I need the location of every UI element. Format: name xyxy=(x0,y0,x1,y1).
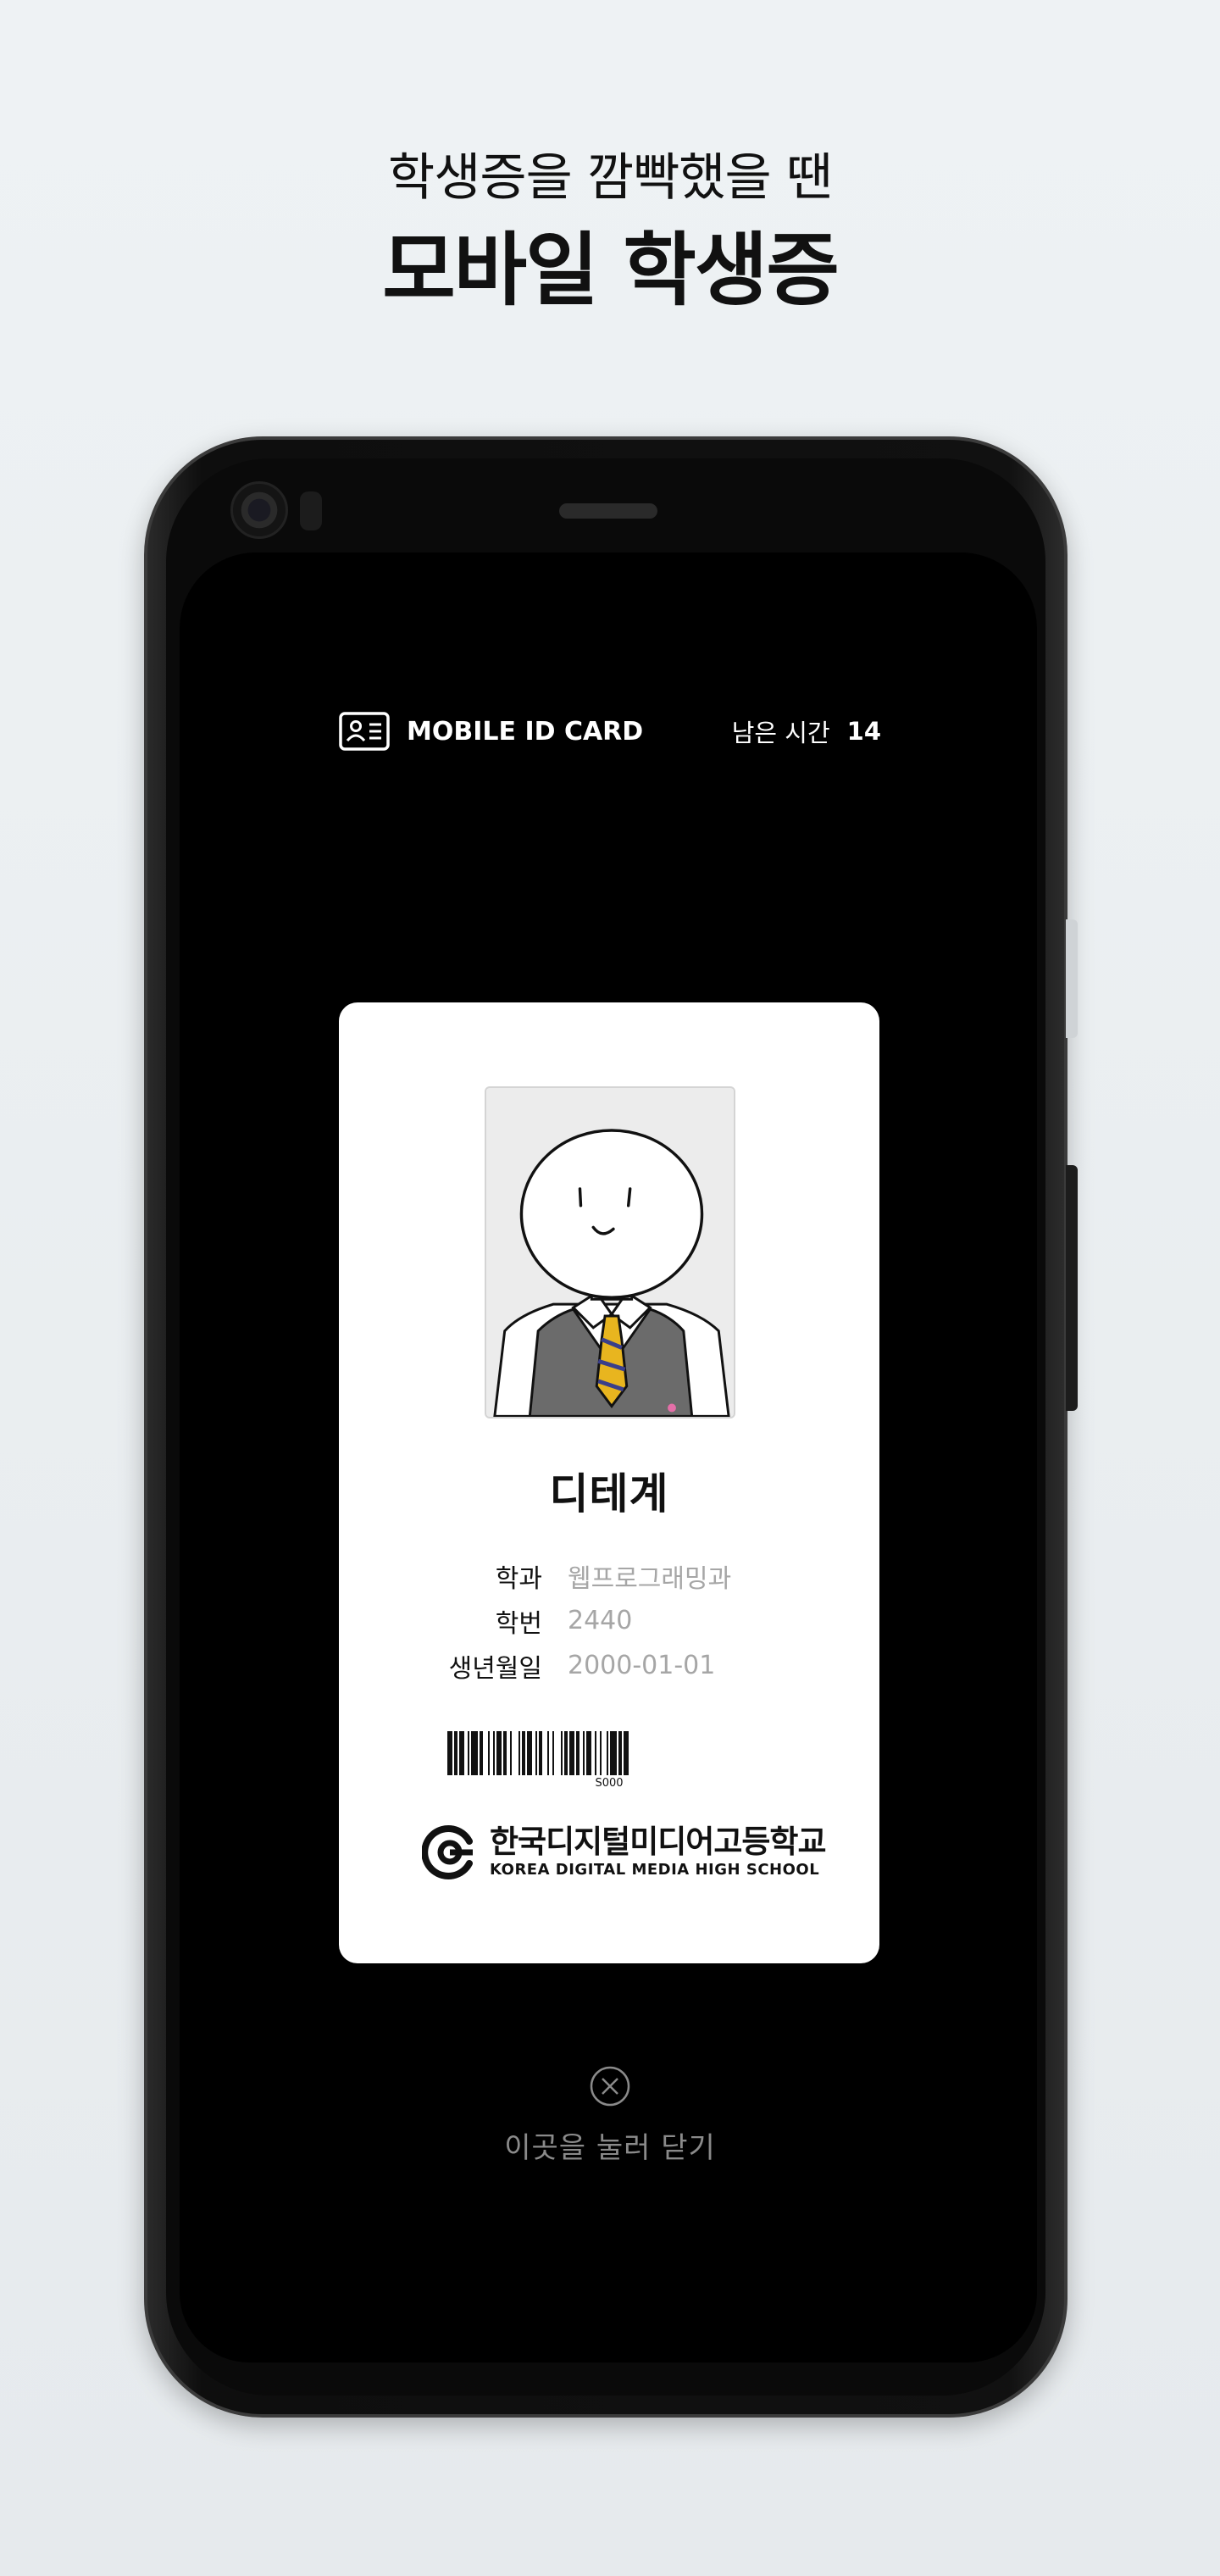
barcode-bar xyxy=(447,1731,452,1775)
barcode-bar xyxy=(510,1731,512,1775)
promo-title: 모바일 학생증 xyxy=(382,225,840,317)
barcode-bar xyxy=(595,1731,596,1775)
barcode-bar xyxy=(586,1731,591,1775)
barcode xyxy=(447,1731,629,1775)
student-name: 디테계 xyxy=(549,1469,669,1518)
barcode-bar xyxy=(471,1731,478,1775)
barcode-bar xyxy=(569,1731,574,1775)
barcode-bar xyxy=(561,1731,563,1775)
barcode-bar xyxy=(518,1731,520,1775)
student-number-value: 2440 xyxy=(568,1606,633,1635)
barcode-bar xyxy=(539,1731,542,1775)
remaining-time-value: 14 xyxy=(846,717,881,746)
info-row-department: 학과 웹프로그래밍과 xyxy=(339,1553,879,1598)
student-number-label: 학번 xyxy=(495,1608,542,1639)
barcode-bar xyxy=(480,1731,483,1775)
barcode-bar xyxy=(607,1731,608,1775)
id-card-header: MOBILE ID CARD 남은 시간 14 xyxy=(339,708,881,755)
department-label: 학과 xyxy=(495,1563,542,1594)
barcode-bar xyxy=(610,1731,617,1775)
barcode-bar xyxy=(488,1731,490,1775)
student-id-card: 디테계 학과 웹프로그래밍과 학번 2440 생년월일 2000-01-01 S… xyxy=(339,1002,879,1963)
birthdate-label: 생년월일 xyxy=(448,1653,542,1684)
barcode-bar xyxy=(552,1731,554,1775)
close-circle-icon[interactable] xyxy=(589,2065,631,2107)
id-card-icon xyxy=(339,712,390,751)
department-value: 웹프로그래밍과 xyxy=(568,1563,732,1594)
barcode-bar xyxy=(576,1731,580,1775)
info-row-student-number: 학번 2440 xyxy=(339,1598,879,1643)
barcode-bar xyxy=(547,1731,549,1775)
barcode-bar xyxy=(564,1731,568,1775)
barcode-bar xyxy=(527,1731,532,1775)
school-name-korean: 한국디지털미디어고등학교 xyxy=(490,1824,826,1860)
barcode-bar xyxy=(468,1731,469,1775)
student-photo xyxy=(485,1086,735,1418)
barcode-bar xyxy=(503,1731,507,1775)
phone-side-button xyxy=(1066,919,1078,1038)
barcode-bar xyxy=(459,1731,464,1775)
barcode-bar xyxy=(535,1731,537,1775)
proximity-sensor xyxy=(300,491,322,530)
promo-header: 학생증을 깜빡했을 땐 모바일 학생증 xyxy=(0,144,1220,322)
barcode-bar xyxy=(454,1731,458,1775)
school-name-english: KOREA DIGITAL MEDIA HIGH SCHOOL xyxy=(490,1861,820,1879)
remaining-time-label: 남은 시간 xyxy=(731,719,830,747)
mobile-id-card-label: MOBILE ID CARD xyxy=(407,716,644,747)
barcode-bar xyxy=(583,1731,585,1775)
close-button[interactable]: 이곳을 눌러 닫기 xyxy=(441,2065,779,2166)
barcode-bar xyxy=(618,1731,622,1775)
barcode-bar xyxy=(522,1731,525,1775)
barcode-bar xyxy=(493,1731,495,1775)
student-info: 학과 웹프로그래밍과 학번 2440 생년월일 2000-01-01 xyxy=(339,1553,879,1688)
promo-subtitle: 학생증을 깜빡했을 땐 xyxy=(388,148,833,208)
birthdate-value: 2000-01-01 xyxy=(568,1651,716,1680)
close-label[interactable]: 이곳을 눌러 닫기 xyxy=(441,2124,779,2166)
barcode-bar xyxy=(600,1731,602,1775)
phone-power-button xyxy=(1066,1165,1078,1411)
barcode-number: S000 xyxy=(595,1777,624,1790)
school-logo-icon xyxy=(422,1825,473,1879)
remaining-time: 남은 시간 14 xyxy=(732,713,881,749)
barcode-bar xyxy=(496,1731,502,1775)
student-photo-illustration xyxy=(486,1088,734,1417)
earpiece-speaker xyxy=(559,503,657,519)
front-camera xyxy=(230,481,288,539)
info-row-birthdate: 생년월일 2000-01-01 xyxy=(339,1643,879,1688)
barcode-bar xyxy=(624,1731,629,1775)
school-brand: 한국디지털미디어고등학교 KOREA DIGITAL MEDIA HIGH SC… xyxy=(422,1820,826,1885)
